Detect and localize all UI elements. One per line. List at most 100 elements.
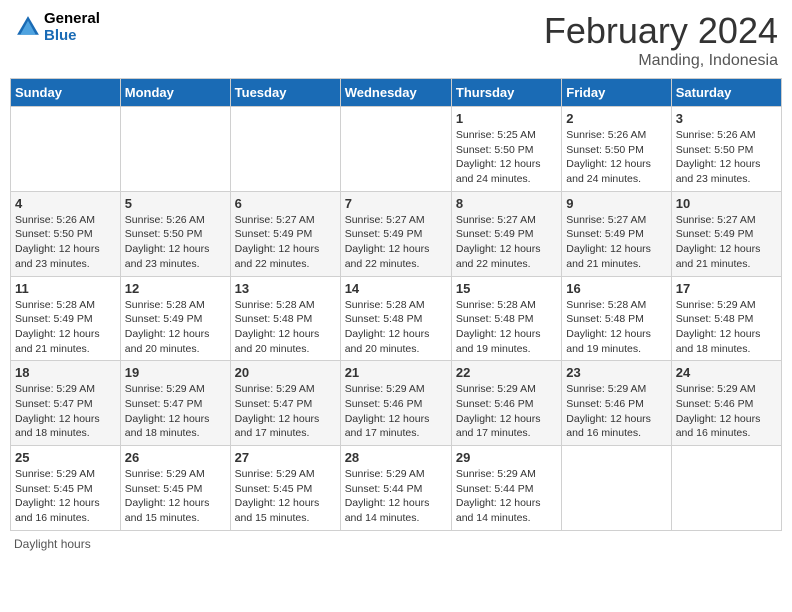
calendar-day-header: Sunday [11, 79, 121, 107]
day-detail: Sunrise: 5:28 AM Sunset: 5:48 PM Dayligh… [345, 298, 447, 357]
calendar-cell: 16 Sunrise: 5:28 AM Sunset: 5:48 PM Dayli… [562, 276, 671, 361]
calendar-cell [230, 107, 340, 192]
day-detail: Sunrise: 5:28 AM Sunset: 5:49 PM Dayligh… [15, 298, 116, 357]
footer-note: Daylight hours [10, 537, 782, 551]
day-number: 17 [676, 281, 777, 296]
day-detail: Sunrise: 5:29 AM Sunset: 5:44 PM Dayligh… [456, 467, 557, 526]
day-detail: Sunrise: 5:28 AM Sunset: 5:48 PM Dayligh… [235, 298, 336, 357]
day-detail: Sunrise: 5:29 AM Sunset: 5:47 PM Dayligh… [15, 382, 116, 441]
calendar-cell: 14Sunrise: 5:28 AM Sunset: 5:48 PM Dayli… [340, 276, 451, 361]
day-number: 28 [345, 450, 447, 465]
calendar-cell: 6 Sunrise: 5:27 AM Sunset: 5:49 PM Daylig… [230, 191, 340, 276]
calendar-cell: 18 Sunrise: 5:29 AM Sunset: 5:47 PM Dayli… [11, 361, 121, 446]
day-number: 2 [566, 111, 666, 126]
day-detail: Sunrise: 5:29 AM Sunset: 5:45 PM Dayligh… [125, 467, 226, 526]
calendar-cell: 22 Sunrise: 5:29 AM Sunset: 5:46 PM Dayli… [451, 361, 561, 446]
day-detail: Sunrise: 5:25 AM Sunset: 5:50 PM Dayligh… [456, 128, 557, 187]
calendar-cell: 25Sunrise: 5:29 AM Sunset: 5:45 PM Dayli… [11, 446, 121, 531]
day-number: 19 [125, 365, 226, 380]
day-detail: Sunrise: 5:28 AM Sunset: 5:48 PM Dayligh… [566, 298, 666, 357]
day-number: 12 [125, 281, 226, 296]
day-detail: Sunrise: 5:27 AM Sunset: 5:49 PM Dayligh… [456, 213, 557, 272]
day-detail: Sunrise: 5:29 AM Sunset: 5:47 PM Dayligh… [235, 382, 336, 441]
calendar-cell [562, 446, 671, 531]
calendar-cell [340, 107, 451, 192]
page-subtitle: Manding, Indonesia [544, 52, 778, 70]
day-detail: Sunrise: 5:26 AM Sunset: 5:50 PM Dayligh… [566, 128, 666, 187]
logo: General Blue [14, 10, 100, 45]
day-detail: Sunrise: 5:27 AM Sunset: 5:49 PM Dayligh… [566, 213, 666, 272]
page-title: February 2024 [544, 10, 778, 52]
day-number: 11 [15, 281, 116, 296]
calendar-week-row: 25 Sunrise: 5:29 AM Sunset: 5:45 PM Dayli… [11, 446, 782, 531]
calendar-cell: 2 Sunrise: 5:26 AM Sunset: 5:50 PM Daylig… [562, 107, 671, 192]
calendar-week-row: 1 Sunrise: 5:25 AM Sunset: 5:50 PM Daylig… [11, 107, 782, 192]
day-number: 5 [125, 196, 226, 211]
calendar-cell: 4Sunrise: 5:26 AM Sunset: 5:50 PM Daylig… [11, 191, 121, 276]
calendar-cell: 1 Sunrise: 5:25 AM Sunset: 5:50 PM Daylig… [451, 107, 561, 192]
day-number: 3 [676, 111, 777, 126]
calendar-cell: 29 Sunrise: 5:29 AM Sunset: 5:44 PM Dayli… [451, 446, 561, 531]
day-number: 29 [456, 450, 557, 465]
day-number: 25 [15, 450, 116, 465]
day-number: 6 [235, 196, 336, 211]
calendar-cell: 20 Sunrise: 5:29 AM Sunset: 5:47 PM Dayli… [230, 361, 340, 446]
title-block: February 2024 Manding, Indonesia [544, 10, 778, 70]
day-detail: Sunrise: 5:28 AM Sunset: 5:48 PM Dayligh… [456, 298, 557, 357]
logo-icon [14, 13, 42, 41]
calendar-cell [120, 107, 230, 192]
calendar-cell: 11 Sunrise: 5:28 AM Sunset: 5:49 PM Dayli… [11, 276, 121, 361]
day-number: 7 [345, 196, 447, 211]
day-number: 9 [566, 196, 666, 211]
calendar-cell: 17 Sunrise: 5:29 AM Sunset: 5:48 PM Dayli… [671, 276, 781, 361]
day-number: 24 [676, 365, 777, 380]
day-detail: Sunrise: 5:29 AM Sunset: 5:47 PM Dayligh… [125, 382, 226, 441]
calendar-day-header: Thursday [451, 79, 561, 107]
day-detail: Sunrise: 5:26 AM Sunset: 5:50 PM Dayligh… [676, 128, 777, 187]
day-detail: Sunrise: 5:29 AM Sunset: 5:44 PM Dayligh… [345, 467, 447, 526]
day-detail: Sunrise: 5:27 AM Sunset: 5:49 PM Dayligh… [345, 213, 447, 272]
calendar-day-header: Saturday [671, 79, 781, 107]
day-number: 20 [235, 365, 336, 380]
day-number: 27 [235, 450, 336, 465]
day-number: 16 [566, 281, 666, 296]
day-detail: Sunrise: 5:28 AM Sunset: 5:49 PM Dayligh… [125, 298, 226, 357]
calendar-day-header: Friday [562, 79, 671, 107]
day-detail: Sunrise: 5:27 AM Sunset: 5:49 PM Dayligh… [676, 213, 777, 272]
calendar-cell: 21Sunrise: 5:29 AM Sunset: 5:46 PM Dayli… [340, 361, 451, 446]
calendar-cell: 26 Sunrise: 5:29 AM Sunset: 5:45 PM Dayli… [120, 446, 230, 531]
calendar-header-row: SundayMondayTuesdayWednesdayThursdayFrid… [11, 79, 782, 107]
calendar-cell: 5Sunrise: 5:26 AM Sunset: 5:50 PM Daylig… [120, 191, 230, 276]
day-detail: Sunrise: 5:27 AM Sunset: 5:49 PM Dayligh… [235, 213, 336, 272]
day-number: 13 [235, 281, 336, 296]
calendar-day-header: Tuesday [230, 79, 340, 107]
day-number: 15 [456, 281, 557, 296]
day-number: 4 [15, 196, 116, 211]
day-detail: Sunrise: 5:29 AM Sunset: 5:46 PM Dayligh… [676, 382, 777, 441]
calendar-cell: 19 Sunrise: 5:29 AM Sunset: 5:47 PM Dayli… [120, 361, 230, 446]
calendar-cell: 12 Sunrise: 5:28 AM Sunset: 5:49 PM Dayli… [120, 276, 230, 361]
calendar-cell: 7 Sunrise: 5:27 AM Sunset: 5:49 PM Daylig… [340, 191, 451, 276]
logo-text-blue: Blue [44, 27, 100, 44]
day-detail: Sunrise: 5:29 AM Sunset: 5:45 PM Dayligh… [235, 467, 336, 526]
calendar-cell: 10Sunrise: 5:27 AM Sunset: 5:49 PM Dayli… [671, 191, 781, 276]
day-detail: Sunrise: 5:29 AM Sunset: 5:46 PM Dayligh… [345, 382, 447, 441]
calendar-cell: 15 Sunrise: 5:28 AM Sunset: 5:48 PM Dayli… [451, 276, 561, 361]
calendar-cell: 27 Sunrise: 5:29 AM Sunset: 5:45 PM Dayli… [230, 446, 340, 531]
calendar-cell: 28 Sunrise: 5:29 AM Sunset: 5:44 PM Dayli… [340, 446, 451, 531]
calendar-week-row: 11 Sunrise: 5:28 AM Sunset: 5:49 PM Dayli… [11, 276, 782, 361]
calendar-cell [11, 107, 121, 192]
day-detail: Sunrise: 5:29 AM Sunset: 5:46 PM Dayligh… [566, 382, 666, 441]
day-number: 26 [125, 450, 226, 465]
calendar-cell: 3 Sunrise: 5:26 AM Sunset: 5:50 PM Daylig… [671, 107, 781, 192]
day-number: 23 [566, 365, 666, 380]
day-number: 8 [456, 196, 557, 211]
day-number: 1 [456, 111, 557, 126]
day-number: 18 [15, 365, 116, 380]
calendar-week-row: 18 Sunrise: 5:29 AM Sunset: 5:47 PM Dayli… [11, 361, 782, 446]
day-detail: Sunrise: 5:29 AM Sunset: 5:48 PM Dayligh… [676, 298, 777, 357]
day-number: 22 [456, 365, 557, 380]
calendar-table: SundayMondayTuesdayWednesdayThursdayFrid… [10, 78, 782, 531]
day-detail: Sunrise: 5:29 AM Sunset: 5:46 PM Dayligh… [456, 382, 557, 441]
logo-text-general: General [44, 10, 100, 27]
